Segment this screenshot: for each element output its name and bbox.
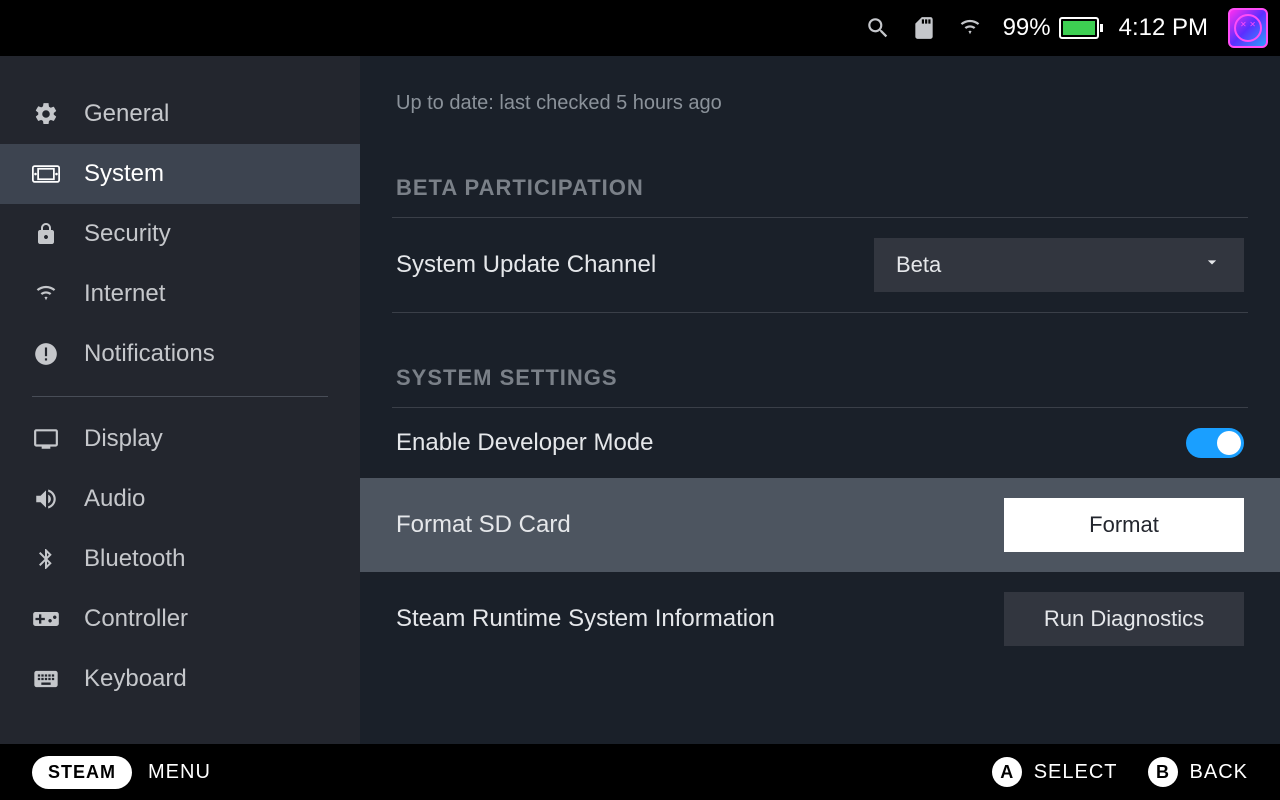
sidebar-item-bluetooth[interactable]: Bluetooth — [0, 529, 360, 589]
sidebar-item-keyboard[interactable]: Keyboard — [0, 649, 360, 709]
gamepad-icon — [32, 605, 60, 633]
update-channel-dropdown[interactable]: Beta — [874, 238, 1244, 292]
hint-back: B BACK — [1148, 757, 1248, 787]
sidebar-item-label: Bluetooth — [84, 545, 185, 573]
console-icon — [32, 160, 60, 188]
hint-label: BACK — [1190, 761, 1248, 784]
setting-label: Format SD Card — [396, 511, 571, 539]
setting-label: Enable Developer Mode — [396, 429, 654, 457]
sidebar-item-label: Internet — [84, 280, 165, 308]
bluetooth-icon — [32, 545, 60, 573]
monitor-icon — [32, 425, 60, 453]
lock-icon — [32, 220, 60, 248]
format-button[interactable]: Format — [1004, 498, 1244, 552]
gear-icon — [32, 100, 60, 128]
sidebar-item-label: Notifications — [84, 340, 215, 368]
steam-button[interactable]: STEAM — [32, 756, 132, 789]
developer-mode-toggle[interactable] — [1186, 428, 1244, 458]
bottom-right-group: A SELECT B BACK — [992, 757, 1248, 787]
sidebar-item-label: Security — [84, 220, 171, 248]
alert-icon — [32, 340, 60, 368]
sidebar-item-label: Display — [84, 425, 163, 453]
sd-card-icon[interactable] — [911, 15, 937, 41]
battery-status: 99% — [1003, 14, 1099, 42]
sidebar-item-internet[interactable]: Internet — [0, 264, 360, 324]
wifi-icon — [32, 280, 60, 308]
dropdown-value: Beta — [896, 252, 941, 278]
top-bar: 99% 4:12 PM — [0, 0, 1280, 56]
b-button-icon: B — [1148, 757, 1178, 787]
menu-label: MENU — [148, 761, 211, 784]
hint-select: A SELECT — [992, 757, 1118, 787]
section-header-system: SYSTEM SETTINGS — [392, 313, 1248, 408]
setting-label: Steam Runtime System Information — [396, 605, 775, 633]
sidebar-item-system[interactable]: System — [0, 144, 360, 204]
sidebar-item-notifications[interactable]: Notifications — [0, 324, 360, 384]
run-diagnostics-button[interactable]: Run Diagnostics — [1004, 592, 1244, 646]
sidebar-item-security[interactable]: Security — [0, 204, 360, 264]
content-panel[interactable]: Up to date: last checked 5 hours ago BET… — [360, 56, 1280, 744]
wifi-icon[interactable] — [957, 15, 983, 41]
section-header-beta: BETA PARTICIPATION — [392, 123, 1248, 218]
bottom-left-group: STEAM MENU — [32, 756, 211, 789]
sidebar-item-label: Controller — [84, 605, 188, 633]
sidebar-item-general[interactable]: General — [0, 84, 360, 144]
setting-label: System Update Channel — [396, 251, 656, 279]
sidebar-item-label: General — [84, 100, 169, 128]
sidebar-item-audio[interactable]: Audio — [0, 469, 360, 529]
main-area: General System Security Internet Notific… — [0, 56, 1280, 744]
update-status: Up to date: last checked 5 hours ago — [392, 56, 1248, 123]
avatar[interactable] — [1228, 8, 1268, 48]
clock: 4:12 PM — [1119, 14, 1208, 42]
sidebar-item-display[interactable]: Display — [0, 409, 360, 469]
sidebar-item-label: System — [84, 160, 164, 188]
setting-update-channel: System Update Channel Beta — [392, 218, 1248, 313]
sidebar-item-label: Keyboard — [84, 665, 187, 693]
sidebar-divider — [32, 396, 328, 397]
bottom-bar: STEAM MENU A SELECT B BACK — [0, 744, 1280, 800]
setting-developer-mode: Enable Developer Mode — [392, 408, 1248, 478]
chevron-down-icon — [1202, 252, 1222, 278]
sidebar-item-controller[interactable]: Controller — [0, 589, 360, 649]
battery-percentage: 99% — [1003, 14, 1051, 42]
setting-runtime-info: Steam Runtime System Information Run Dia… — [392, 572, 1248, 666]
keyboard-icon — [32, 665, 60, 693]
sidebar-item-label: Audio — [84, 485, 145, 513]
battery-icon — [1059, 17, 1099, 39]
sidebar: General System Security Internet Notific… — [0, 56, 360, 744]
a-button-icon: A — [992, 757, 1022, 787]
setting-format-sd[interactable]: Format SD Card Format — [360, 478, 1280, 572]
hint-label: SELECT — [1034, 761, 1118, 784]
search-icon[interactable] — [865, 15, 891, 41]
speaker-icon — [32, 485, 60, 513]
